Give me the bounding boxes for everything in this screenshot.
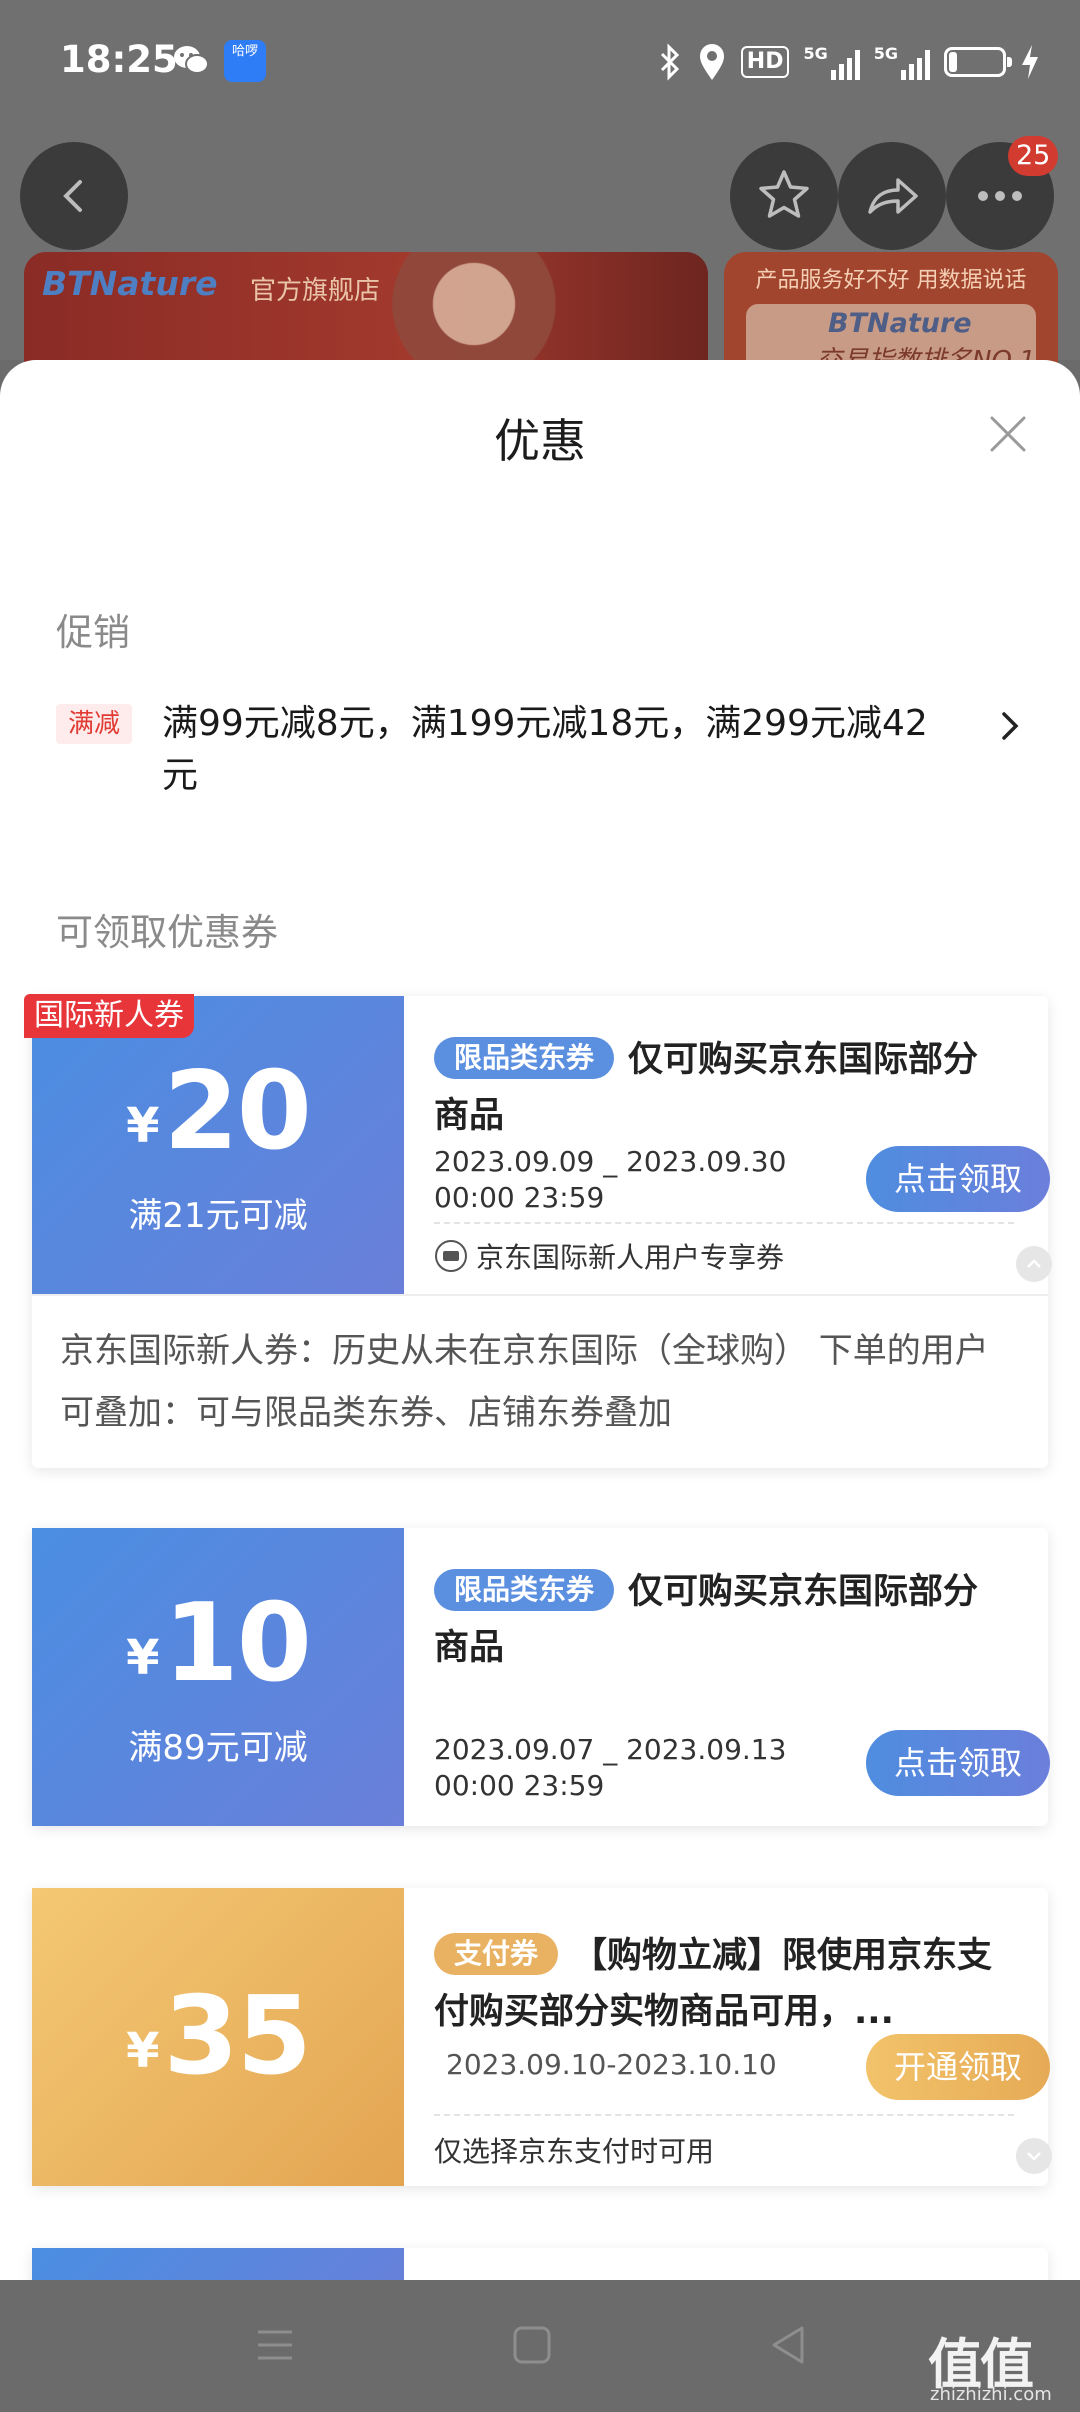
sheet-title: 优惠 [494, 414, 586, 468]
watermark-url: zhizhizhi.com [930, 2384, 1052, 2405]
coupon-amount: ¥35 [126, 1974, 312, 2099]
coupon-amount-panel [32, 2248, 404, 2280]
coupon-amount-panel: ¥35 [32, 1888, 404, 2186]
coupon-validity: 2023.09.07 _ 2023.09.13 00:00 23:59 [434, 1733, 787, 1802]
promotion-tag: 满减 [56, 704, 132, 744]
favorite-button[interactable] [730, 142, 838, 250]
coupon-condition: 满89元可减 [128, 1728, 308, 1768]
notification-badge: 25 [1008, 136, 1059, 176]
promotion-text[interactable]: 满99元减8元，满199元减18元，满299元减42元 [162, 698, 942, 802]
hd-voice-icon: HD [740, 46, 790, 78]
wechat-icon [174, 46, 209, 74]
coupon-description: 限品类东券 仅可购买京东国际部分商品 [434, 1032, 994, 1144]
claim-button[interactable]: 点击领取 [866, 1146, 1050, 1212]
new-user-tag: 国际新人券 [24, 994, 194, 1038]
coupon-info: 限品类东券 仅可购买京东国际部分商品 2023.09.09 _ 2023.09.3… [404, 996, 1052, 1294]
coupon-footnote: 京东国际新人用户专享券 [434, 1236, 784, 1276]
status-bar: 18:25 哈啰 HD 5G 5G [0, 0, 1080, 120]
coupon-card: ¥35 支付券 【购物立减】限使用京东支付购买部分实物商品可用，... 2023.… [32, 1888, 1052, 2186]
coupon-description: 限品类东券 仅可购买京东国际部分商品 [434, 1564, 994, 1676]
expand-toggle[interactable] [1016, 2138, 1052, 2174]
share-button[interactable] [838, 142, 946, 250]
banner-store-label: 官方旗舰店 [250, 276, 381, 306]
banner-brand: BTNature [42, 264, 218, 303]
signal-5g-icon-2: 5G [874, 44, 930, 80]
back-button[interactable] [20, 142, 128, 250]
location-icon [699, 44, 724, 80]
coupon-amount: ¥10 [126, 1581, 312, 1706]
back-nav-icon[interactable] [764, 2320, 814, 2370]
coupons-section-label: 可领取优惠券 [56, 911, 278, 954]
coupon-amount-panel: ¥20 满21元可减 [32, 996, 404, 1294]
discount-sheet: 优惠 促销 满减 满99元减8元，满199元减18元，满299元减42元 可领取… [0, 360, 1080, 2280]
claim-button[interactable]: 点击领取 [866, 1730, 1050, 1796]
coupon-condition: 满21元可减 [128, 1196, 308, 1236]
chevron-down-icon [1027, 2152, 1041, 2161]
chevron-right-icon[interactable] [998, 710, 1022, 742]
coupon-amount: ¥20 [126, 1049, 312, 1174]
coupon-type-pill: 限品类东券 [434, 1569, 615, 1611]
coupon-validity: 2023.09.09 _ 2023.09.30 00:00 23:59 [434, 1145, 787, 1214]
promotion-section-label: 促销 [56, 611, 130, 654]
system-nav-bar [0, 2280, 1080, 2412]
banner-right-brand: BTNature [828, 308, 972, 339]
coupon-description: 支付券 【购物立减】限使用京东支付购买部分实物商品可用，... [434, 1928, 994, 2040]
coupon-validity: 2023.09.10-2023.10.10 [446, 2048, 777, 2081]
battery-icon [944, 47, 1012, 77]
activate-claim-button[interactable]: 开通领取 [866, 2034, 1050, 2100]
dashed-divider [434, 2114, 1014, 2116]
detail-line: 可叠加：可与限品类东券、店铺东券叠加 [60, 1393, 672, 1433]
coupon-details: 京东国际新人券：历史从未在京东国际（全球购） 下单的用户 可叠加：可与限品类东券… [32, 1294, 1048, 1468]
collapse-toggle[interactable] [1016, 1246, 1052, 1282]
charging-icon [1022, 45, 1038, 79]
chevron-left-icon [63, 180, 82, 212]
status-time: 18:25 [60, 38, 178, 81]
coupon-type-pill: 限品类东券 [434, 1037, 615, 1079]
coupon-card: ¥10 满89元可减 限品类东券 仅可购买京东国际部分商品 2023.09.07 … [32, 1528, 1050, 1826]
battery-level [949, 52, 957, 72]
share-icon [868, 178, 918, 214]
app-notification-icon: 哈啰 [224, 40, 266, 82]
coupon-amount-panel: ¥10 满89元可减 [32, 1528, 404, 1826]
coupon-type-pill: 支付券 [434, 1933, 559, 1975]
coupon-card: 国际新人券 ¥20 满21元可减 限品类东券 仅可购买京东国际部分商品 2023.… [24, 994, 1052, 1468]
coupon-card-partial [32, 2248, 1048, 2280]
bluetooth-icon [660, 43, 679, 81]
home-icon[interactable] [507, 2320, 557, 2370]
status-icons: HD 5G 5G [657, 40, 1040, 84]
banner-slogan: 产品服务好不好 用数据说话 [755, 268, 1027, 293]
signal-5g-icon-1: 5G [803, 44, 860, 80]
coupon-info: 限品类东券 仅可购买京东国际部分商品 2023.09.07 _ 2023.09.1… [404, 1528, 1050, 1826]
chevron-up-icon [1027, 1259, 1041, 1268]
menu-icon[interactable] [250, 2320, 300, 2370]
star-icon [759, 170, 809, 218]
close-icon[interactable] [986, 412, 1030, 456]
more-icon [978, 191, 1022, 201]
ticket-icon [435, 1240, 467, 1272]
coupon-info: 支付券 【购物立减】限使用京东支付购买部分实物商品可用，... 2023.09.1… [404, 1888, 1052, 2186]
coupon-footnote: 仅选择京东支付时可用 [434, 2135, 715, 2168]
detail-line: 京东国际新人券：历史从未在京东国际（全球购） 下单的用户 [60, 1331, 989, 1371]
dashed-divider [434, 1222, 1014, 1224]
